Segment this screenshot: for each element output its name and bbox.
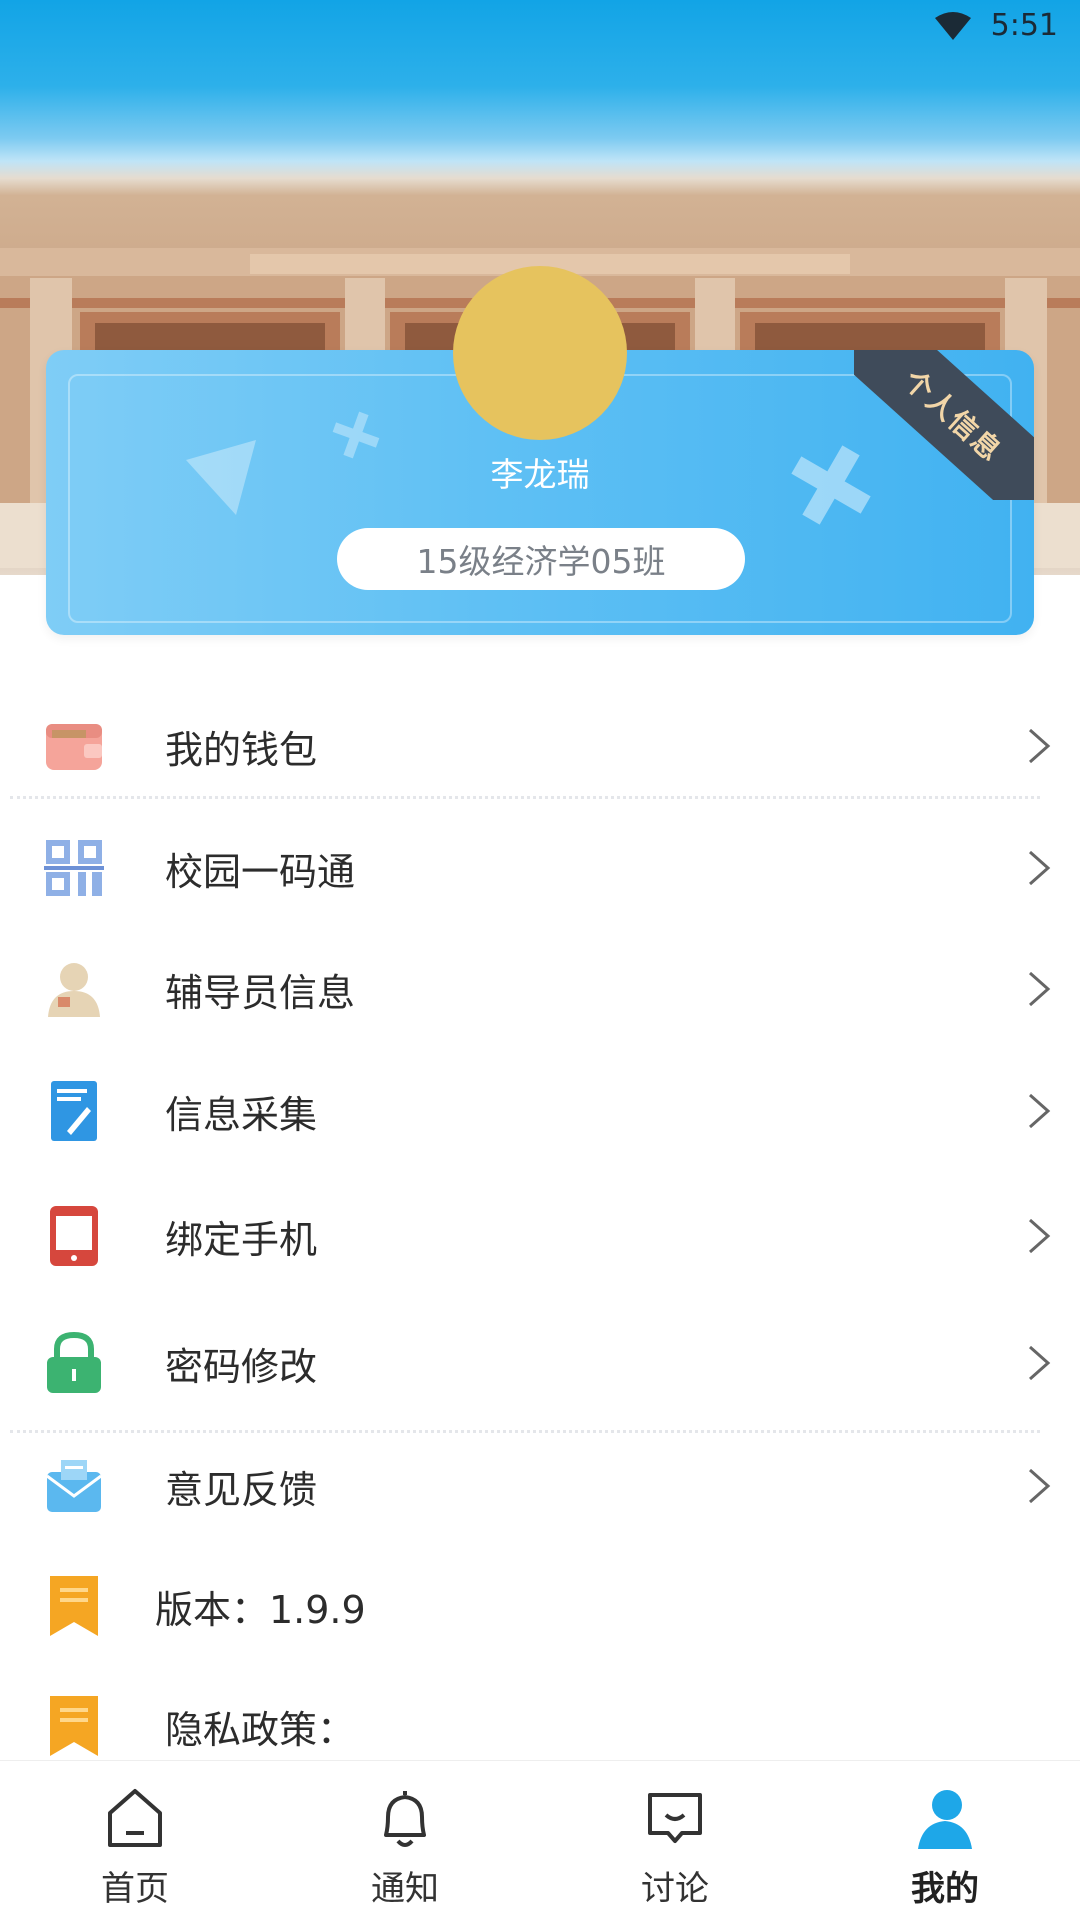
menu-item-label: 隐私政策： (165, 1707, 356, 1752)
tab-notifications[interactable]: 通知 (270, 1761, 540, 1921)
menu-item-label: 辅导员信息 (165, 970, 356, 1015)
user-icon (918, 1790, 972, 1849)
tab-mine[interactable]: 我的 (810, 1761, 1080, 1921)
tab-home[interactable]: 首页 (0, 1761, 270, 1921)
person-icon (44, 959, 104, 1019)
menu-item-wallet[interactable]: 我的钱包 (0, 696, 1080, 796)
bottom-tab-bar: 首页 通知 讨论 我的 (0, 1760, 1080, 1921)
menu-item-feedback[interactable]: 意见反馈 (0, 1436, 1080, 1536)
phone-icon (44, 1206, 104, 1266)
status-time: 5:51 (990, 8, 1058, 43)
version-label: 版本：1.9.9 (155, 1587, 366, 1632)
chevron-right-icon (1029, 728, 1051, 764)
chevron-right-icon (1029, 1468, 1051, 1504)
chevron-right-icon (1029, 1218, 1051, 1254)
tab-discussion[interactable]: 讨论 (540, 1761, 810, 1921)
menu-item-label: 意见反馈 (165, 1467, 318, 1512)
avatar[interactable] (453, 266, 627, 440)
wifi-icon (934, 11, 971, 40)
notebook-icon (44, 1081, 104, 1141)
bookmark-icon (44, 1576, 104, 1636)
user-name: 李龙瑞 (490, 455, 590, 494)
tab-label: 通知 (371, 1869, 439, 1909)
chat-icon (648, 1793, 702, 1843)
class-badge: 15级经济学05班 (337, 528, 745, 590)
mail-icon (44, 1456, 104, 1516)
chevron-right-icon (1029, 1345, 1051, 1381)
status-bar: 5:51 (933, 8, 1058, 43)
divider (10, 796, 1040, 799)
menu-item-change-password[interactable]: 密码修改 (0, 1313, 1080, 1413)
bookmark-icon (44, 1696, 104, 1756)
menu-item-label: 信息采集 (165, 1092, 318, 1137)
wallet-icon (44, 716, 104, 776)
tab-label: 我的 (911, 1869, 979, 1909)
tab-label: 首页 (101, 1869, 169, 1909)
menu-item-campus-code[interactable]: 校园一码通 (0, 818, 1080, 918)
menu-item-label: 我的钱包 (165, 727, 318, 772)
tab-label: 讨论 (641, 1869, 709, 1909)
divider (10, 1430, 1040, 1433)
chevron-right-icon (1029, 971, 1051, 1007)
menu-item-label: 密码修改 (165, 1344, 318, 1389)
menu-item-label: 校园一码通 (165, 849, 356, 894)
qr-code-icon (44, 838, 104, 898)
menu-item-info-collection[interactable]: 信息采集 (0, 1061, 1080, 1161)
bell-icon (384, 1791, 426, 1847)
chevron-right-icon (1029, 850, 1051, 886)
menu-item-bind-phone[interactable]: 绑定手机 (0, 1186, 1080, 1286)
chevron-right-icon (1029, 1093, 1051, 1129)
lock-icon (44, 1331, 104, 1393)
menu-item-counselor-info[interactable]: 辅导员信息 (0, 939, 1080, 1039)
home-icon (108, 1789, 162, 1847)
menu-item-version: 版本：1.9.9 (0, 1556, 1080, 1656)
menu-item-label: 绑定手机 (165, 1217, 318, 1262)
